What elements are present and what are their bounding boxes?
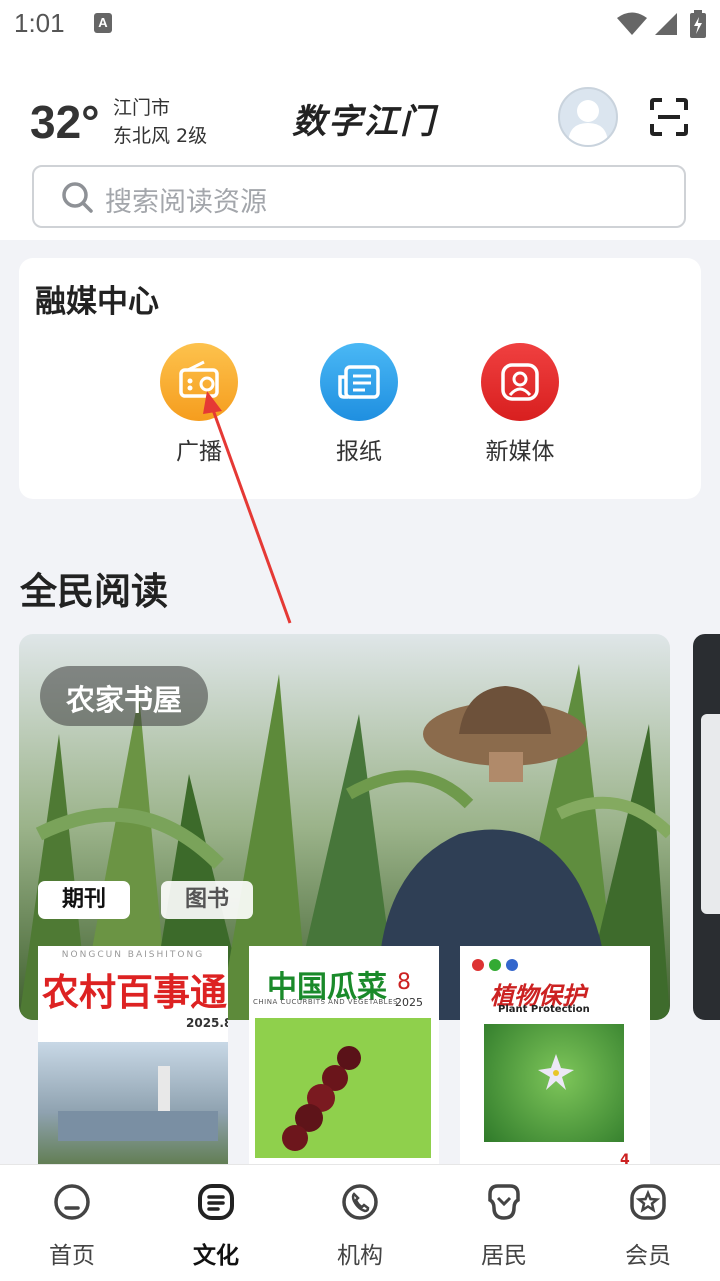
next-banner-peek[interactable] [693, 634, 720, 1020]
cover-year: 2025 [395, 996, 423, 1009]
resident-icon [488, 1184, 520, 1220]
flower-image [538, 1054, 574, 1090]
app-title: 数字江门 [292, 102, 436, 142]
cover-pinyin: NONGCUN BAISHITONG [61, 950, 205, 960]
user-icon [568, 100, 608, 145]
nav-member[interactable]: 会员 [576, 1164, 720, 1280]
nav-institution[interactable]: 机构 [288, 1164, 432, 1280]
magazine-cover[interactable]: NONGCUN BAISHITONG 农村百事通 2025.8 [38, 946, 228, 1170]
notification-icon: A [94, 13, 112, 33]
cover-subtitle: CHINA CUCURBITS AND VEGETABLES [253, 998, 398, 1006]
city-name: 江门市 [113, 97, 171, 119]
wifi-icon [617, 12, 647, 35]
nav-resident[interactable]: 居民 [432, 1164, 576, 1280]
home-icon [54, 1184, 90, 1220]
cover-issue: 8 [397, 970, 411, 995]
magazine-cover[interactable]: 植物保护 Plant Protection 4 [460, 946, 650, 1170]
magazine-cover[interactable]: 中国瓜菜 8 2025 CHINA CUCURBITS AND VEGETABL… [249, 946, 439, 1170]
member-icon [630, 1184, 666, 1220]
new-media-icon [501, 363, 539, 401]
nav-institution-label: 机构 [337, 1243, 383, 1269]
nav-resident-label: 居民 [481, 1243, 527, 1269]
scan-icon[interactable] [648, 96, 690, 138]
nav-culture[interactable]: 文化 [144, 1164, 288, 1280]
annotation-arrow [203, 391, 292, 624]
battery-icon [690, 10, 706, 38]
tomato-image [282, 1046, 361, 1151]
tab-books[interactable]: 图书 [161, 881, 253, 919]
wind-info: 东北风 2级 [113, 125, 208, 147]
status-time: 1:01 [14, 8, 65, 38]
newspaper-icon [338, 365, 380, 399]
signal-icon [655, 13, 677, 35]
culture-icon [198, 1184, 234, 1220]
search-icon [62, 182, 93, 213]
phone-icon [342, 1184, 378, 1220]
newspaper-button[interactable] [320, 343, 398, 421]
nav-home[interactable]: 首页 [0, 1164, 144, 1280]
reading-title: 全民阅读 [20, 570, 168, 613]
cover-issue: 2025.8 [186, 1016, 228, 1030]
new-media-button[interactable] [481, 343, 559, 421]
cover-subtitle: Plant Protection [498, 1004, 590, 1015]
tab-periodicals[interactable]: 期刊 [38, 881, 130, 919]
nav-culture-label: 文化 [193, 1243, 239, 1269]
media-center-title: 融媒中心 [35, 284, 159, 320]
search-placeholder: 搜索阅读资源 [105, 187, 267, 218]
newspaper-label[interactable]: 报纸 [299, 432, 419, 466]
new-media-label[interactable]: 新媒体 [460, 432, 580, 466]
temperature: 32° [30, 96, 100, 148]
nav-member-label: 会员 [625, 1243, 671, 1269]
nav-home-label: 首页 [49, 1243, 95, 1269]
cover-title: 农村百事通 [42, 970, 227, 1014]
farm-library-label: 农家书屋 [65, 683, 182, 717]
avatar[interactable] [558, 87, 618, 147]
